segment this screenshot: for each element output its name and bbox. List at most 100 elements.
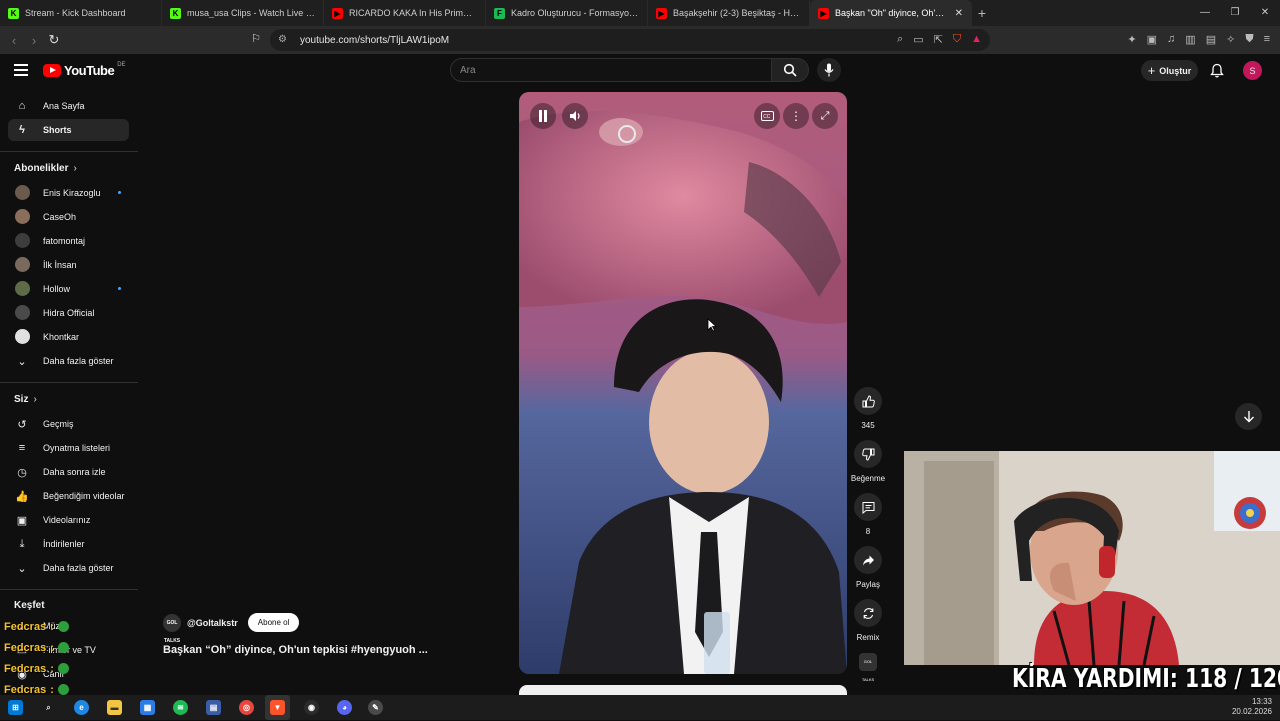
browser-tab[interactable]: ▶ RICARDO KAKA In His Prime ► The U bbox=[324, 0, 486, 26]
start-icon[interactable]: ⊞ bbox=[8, 700, 23, 715]
sidebar-item-history[interactable]: ↺ Geçmiş bbox=[8, 413, 129, 435]
sound-thumbnail[interactable]: GOL TALKS bbox=[859, 653, 877, 682]
brave-shield-icon[interactable]: ⛉ bbox=[953, 33, 961, 46]
account-avatar[interactable]: S bbox=[1243, 61, 1262, 80]
zoom-icon[interactable]: ⌕ bbox=[897, 33, 903, 46]
sidebar-item-playlists[interactable]: ≡ Oynatma listeleri bbox=[8, 437, 129, 459]
subscription-item[interactable]: CaseOh bbox=[8, 206, 129, 228]
sidebar-item-shorts[interactable]: ϟ Shorts bbox=[8, 119, 129, 141]
dislike-button[interactable] bbox=[854, 440, 882, 468]
browser-tab[interactable]: K Stream - Kick Dashboard bbox=[0, 0, 162, 26]
search-input[interactable]: Ara bbox=[450, 58, 772, 82]
sidebar-item-downloads[interactable]: ⤓ İndirilenler bbox=[8, 533, 129, 555]
spotify-icon[interactable]: ≋ bbox=[173, 700, 188, 715]
cast-icon[interactable]: ▭ bbox=[913, 33, 923, 46]
leo-ai-icon[interactable]: ✧ bbox=[1226, 33, 1235, 46]
wallet-icon[interactable]: ▤ bbox=[1206, 33, 1216, 46]
edge-icon[interactable]: e bbox=[74, 700, 89, 715]
restore-button[interactable]: ❐ bbox=[1220, 0, 1250, 26]
tab-title: RICARDO KAKA In His Prime ► The U bbox=[349, 8, 477, 18]
subscription-item[interactable]: Enis Kirazoglu bbox=[8, 182, 129, 204]
youtube-logo[interactable]: YouTube DE bbox=[43, 62, 126, 78]
close-window-button[interactable]: ✕ bbox=[1250, 0, 1280, 26]
media-icon[interactable]: ♫ bbox=[1167, 33, 1175, 46]
search-taskbar-icon[interactable]: ⌕ bbox=[41, 700, 56, 715]
screenshot-icon[interactable]: ▣ bbox=[1147, 33, 1157, 46]
brave-rewards-icon[interactable]: ▲ bbox=[971, 33, 982, 46]
calculator-icon[interactable]: ▤ bbox=[206, 700, 221, 715]
sidebar-item-liked-videos[interactable]: 👍 Beğendiğim videolar bbox=[8, 485, 129, 507]
liked-videos-icon: 👍 bbox=[15, 490, 29, 503]
more-options-button[interactable]: ⋮ bbox=[783, 103, 809, 129]
sidebar-item-watch-later[interactable]: ◷ Daha sonra izle bbox=[8, 461, 129, 483]
pause-button[interactable] bbox=[530, 103, 556, 129]
back-icon[interactable]: ‹ bbox=[4, 33, 24, 48]
chrome-icon[interactable]: ◎ bbox=[239, 700, 254, 715]
fullscreen-icon: ⤢ bbox=[820, 109, 830, 122]
chat-emote-icon bbox=[57, 663, 69, 674]
forward-icon[interactable]: › bbox=[24, 33, 44, 48]
sidebar-item-home[interactable]: ⌂ Ana Sayfa bbox=[8, 95, 129, 117]
channel-handle[interactable]: @Goltalkstr bbox=[187, 618, 238, 628]
site-info-icon[interactable]: ⚙ bbox=[278, 34, 287, 45]
browser-tab[interactable]: ▶ Başkan "Oh" diyince, Oh'un te ✕ bbox=[810, 0, 972, 26]
vpn-icon[interactable]: ⛊ bbox=[1245, 33, 1253, 46]
short-video-player[interactable]: CC ⋮ ⤢ bbox=[519, 92, 847, 674]
captions-button[interactable]: CC bbox=[754, 103, 780, 129]
sidebar-item-your-videos[interactable]: ▣ Videolarınız bbox=[8, 509, 129, 531]
new-tab-button[interactable]: + bbox=[972, 5, 992, 21]
channel-avatar[interactable]: GOL TALKS bbox=[163, 613, 181, 644]
store-icon[interactable]: ▦ bbox=[140, 700, 155, 715]
next-short-button[interactable] bbox=[1235, 403, 1262, 430]
subscribe-button[interactable]: Abone ol bbox=[247, 613, 300, 632]
discord-icon[interactable]: ◕ bbox=[337, 700, 352, 715]
channel-avatar bbox=[15, 233, 30, 248]
menu-icon[interactable]: ≡ bbox=[1264, 33, 1270, 46]
chevron-right-icon: › bbox=[73, 163, 77, 174]
browser-tab[interactable]: Kmusa_usa Clips - Watch Live on Kick bbox=[162, 0, 324, 26]
brave-icon[interactable]: ▼ bbox=[270, 700, 285, 715]
short-title[interactable]: Başkan “Oh” diyince, Oh'un tepkisi #hyen… bbox=[163, 644, 428, 656]
minimize-button[interactable]: — bbox=[1190, 0, 1220, 26]
sidebar-toggle-icon[interactable]: ▥ bbox=[1185, 33, 1195, 46]
close-tab-icon[interactable]: ✕ bbox=[955, 8, 963, 19]
subscription-item[interactable]: İlk İnsan bbox=[8, 254, 129, 276]
mute-button[interactable] bbox=[562, 103, 588, 129]
app-icon[interactable]: ✎ bbox=[368, 700, 383, 715]
sidebar: ⌂ Ana Sayfa ϟ Shorts Abonelikler › Enis K… bbox=[0, 94, 140, 694]
subscription-item[interactable]: fatomontaj bbox=[8, 230, 129, 252]
fullscreen-button[interactable]: ⤢ bbox=[812, 103, 838, 129]
channel-avatar bbox=[15, 209, 30, 224]
browser-tab[interactable]: F Kadro Oluşturucu - Formasyonlar ve bbox=[486, 0, 648, 26]
share-page-icon[interactable]: ⇱ bbox=[934, 33, 943, 46]
file-explorer-icon[interactable]: ▬ bbox=[107, 700, 122, 715]
notifications-button[interactable] bbox=[1210, 63, 1224, 81]
subscription-item[interactable]: Hidra Official bbox=[8, 302, 129, 324]
like-count: 345 bbox=[861, 421, 875, 430]
playlists-icon: ≡ bbox=[18, 442, 26, 454]
tab-title: Kadro Oluşturucu - Formasyonlar ve bbox=[511, 8, 639, 18]
subscriptions-header[interactable]: Abonelikler › bbox=[14, 163, 77, 174]
subscription-item[interactable]: Hollow bbox=[8, 278, 129, 300]
bookmark-icon[interactable]: ⚐ bbox=[246, 32, 266, 45]
explore-header-label: Keşfet bbox=[14, 600, 45, 611]
comments-button[interactable] bbox=[854, 493, 882, 521]
menu-hamburger-icon[interactable] bbox=[14, 64, 28, 76]
show-more-you[interactable]: ⌄ Daha fazla göster bbox=[8, 557, 129, 579]
search-button[interactable] bbox=[771, 58, 809, 82]
you-header[interactable]: Siz › bbox=[14, 394, 37, 405]
remix-button[interactable] bbox=[854, 599, 882, 627]
obs-icon[interactable]: ◉ bbox=[304, 700, 319, 715]
like-button[interactable] bbox=[854, 387, 882, 415]
system-clock[interactable]: 13:33 20.02.2026 bbox=[1232, 697, 1272, 717]
create-button[interactable]: + Oluştur bbox=[1141, 60, 1198, 81]
subscription-item[interactable]: Khontkar bbox=[8, 326, 129, 348]
voice-search-button[interactable] bbox=[817, 58, 841, 82]
show-more-subscriptions[interactable]: ⌄ Daha fazla göster bbox=[8, 350, 129, 372]
browser-tab[interactable]: ▶ Başakşehir (2-3) Beşiktaş - Highlig bbox=[648, 0, 810, 26]
share-button[interactable] bbox=[854, 546, 882, 574]
reload-icon[interactable]: ↻ bbox=[44, 32, 64, 48]
next-short-preview[interactable] bbox=[519, 685, 847, 695]
extensions-icon[interactable]: ✦ bbox=[1127, 33, 1136, 46]
address-bar[interactable]: ⚙ youtube.com/shorts/TljLAW1ipoM ⌕ ▭ ⇱ ⛉… bbox=[270, 29, 990, 51]
